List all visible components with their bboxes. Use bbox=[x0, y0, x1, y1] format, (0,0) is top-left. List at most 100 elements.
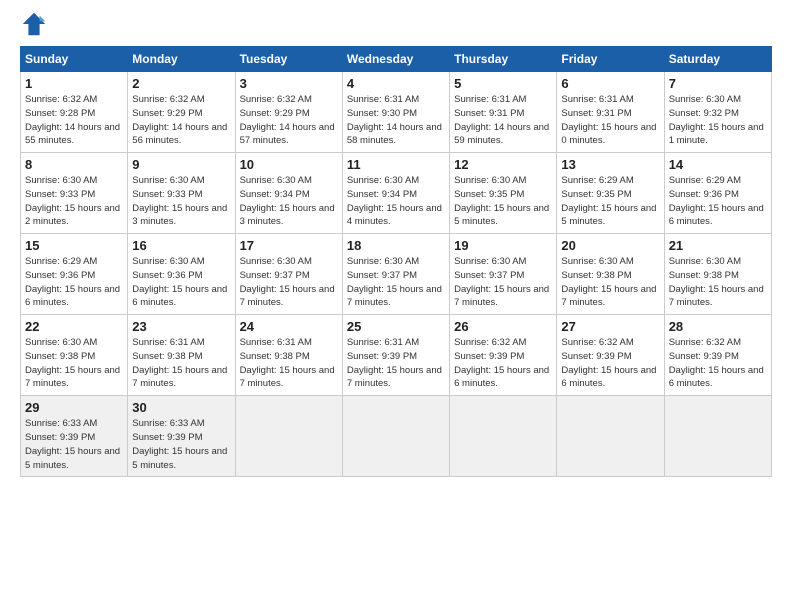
calendar-day: 21 Sunrise: 6:30 AM Sunset: 9:38 PM Dayl… bbox=[664, 234, 771, 315]
sunrise-label: Sunrise: 6:32 AM bbox=[132, 94, 204, 105]
calendar-day: 3 Sunrise: 6:32 AM Sunset: 9:29 PM Dayli… bbox=[235, 72, 342, 153]
day-number: 4 bbox=[347, 76, 445, 91]
day-info: Sunrise: 6:30 AM Sunset: 9:34 PM Dayligh… bbox=[240, 174, 338, 229]
sunset-label: Sunset: 9:35 PM bbox=[561, 189, 631, 200]
daylight-label: Daylight: 15 hours and 5 minutes. bbox=[25, 446, 120, 471]
day-info: Sunrise: 6:32 AM Sunset: 9:29 PM Dayligh… bbox=[132, 93, 230, 148]
calendar-week-5: 29 Sunrise: 6:33 AM Sunset: 9:39 PM Dayl… bbox=[21, 396, 772, 477]
sunrise-label: Sunrise: 6:30 AM bbox=[669, 94, 741, 105]
calendar-day: 1 Sunrise: 6:32 AM Sunset: 9:28 PM Dayli… bbox=[21, 72, 128, 153]
sunset-label: Sunset: 9:39 PM bbox=[561, 351, 631, 362]
day-number: 3 bbox=[240, 76, 338, 91]
day-info: Sunrise: 6:30 AM Sunset: 9:36 PM Dayligh… bbox=[132, 255, 230, 310]
sunrise-label: Sunrise: 6:30 AM bbox=[454, 256, 526, 267]
sunset-label: Sunset: 9:28 PM bbox=[25, 108, 95, 119]
daylight-label: Daylight: 15 hours and 7 minutes. bbox=[454, 284, 549, 309]
daylight-label: Daylight: 14 hours and 58 minutes. bbox=[347, 122, 442, 147]
daylight-label: Daylight: 15 hours and 5 minutes. bbox=[132, 446, 227, 471]
daylight-label: Daylight: 15 hours and 3 minutes. bbox=[132, 203, 227, 228]
daylight-label: Daylight: 15 hours and 7 minutes. bbox=[240, 284, 335, 309]
col-saturday: Saturday bbox=[664, 47, 771, 72]
day-info: Sunrise: 6:29 AM Sunset: 9:36 PM Dayligh… bbox=[25, 255, 123, 310]
sunrise-label: Sunrise: 6:29 AM bbox=[669, 175, 741, 186]
daylight-label: Daylight: 15 hours and 6 minutes. bbox=[669, 365, 764, 390]
sunset-label: Sunset: 9:36 PM bbox=[132, 270, 202, 281]
daylight-label: Daylight: 15 hours and 7 minutes. bbox=[561, 284, 656, 309]
day-number: 12 bbox=[454, 157, 552, 172]
daylight-label: Daylight: 14 hours and 56 minutes. bbox=[132, 122, 227, 147]
day-number: 5 bbox=[454, 76, 552, 91]
header bbox=[20, 10, 772, 38]
page: Sunday Monday Tuesday Wednesday Thursday… bbox=[0, 0, 792, 487]
sunrise-label: Sunrise: 6:32 AM bbox=[454, 337, 526, 348]
daylight-label: Daylight: 15 hours and 7 minutes. bbox=[347, 365, 442, 390]
day-info: Sunrise: 6:33 AM Sunset: 9:39 PM Dayligh… bbox=[132, 417, 230, 472]
sunrise-label: Sunrise: 6:32 AM bbox=[240, 94, 312, 105]
calendar-day: 6 Sunrise: 6:31 AM Sunset: 9:31 PM Dayli… bbox=[557, 72, 664, 153]
day-number: 10 bbox=[240, 157, 338, 172]
day-number: 18 bbox=[347, 238, 445, 253]
day-info: Sunrise: 6:30 AM Sunset: 9:37 PM Dayligh… bbox=[347, 255, 445, 310]
calendar-week-2: 8 Sunrise: 6:30 AM Sunset: 9:33 PM Dayli… bbox=[21, 153, 772, 234]
day-number: 25 bbox=[347, 319, 445, 334]
calendar-day: 11 Sunrise: 6:30 AM Sunset: 9:34 PM Dayl… bbox=[342, 153, 449, 234]
calendar-day: 9 Sunrise: 6:30 AM Sunset: 9:33 PM Dayli… bbox=[128, 153, 235, 234]
calendar-day: 5 Sunrise: 6:31 AM Sunset: 9:31 PM Dayli… bbox=[450, 72, 557, 153]
sunset-label: Sunset: 9:39 PM bbox=[669, 351, 739, 362]
calendar-day: 22 Sunrise: 6:30 AM Sunset: 9:38 PM Dayl… bbox=[21, 315, 128, 396]
day-info: Sunrise: 6:29 AM Sunset: 9:36 PM Dayligh… bbox=[669, 174, 767, 229]
day-info: Sunrise: 6:30 AM Sunset: 9:37 PM Dayligh… bbox=[240, 255, 338, 310]
day-info: Sunrise: 6:30 AM Sunset: 9:38 PM Dayligh… bbox=[561, 255, 659, 310]
sunrise-label: Sunrise: 6:30 AM bbox=[132, 256, 204, 267]
daylight-label: Daylight: 15 hours and 7 minutes. bbox=[240, 365, 335, 390]
daylight-label: Daylight: 15 hours and 7 minutes. bbox=[132, 365, 227, 390]
daylight-label: Daylight: 15 hours and 6 minutes. bbox=[132, 284, 227, 309]
sunrise-label: Sunrise: 6:31 AM bbox=[347, 337, 419, 348]
day-number: 27 bbox=[561, 319, 659, 334]
sunrise-label: Sunrise: 6:32 AM bbox=[25, 94, 97, 105]
day-number: 22 bbox=[25, 319, 123, 334]
calendar-day: 7 Sunrise: 6:30 AM Sunset: 9:32 PM Dayli… bbox=[664, 72, 771, 153]
daylight-label: Daylight: 15 hours and 7 minutes. bbox=[347, 284, 442, 309]
day-info: Sunrise: 6:30 AM Sunset: 9:38 PM Dayligh… bbox=[669, 255, 767, 310]
day-number: 1 bbox=[25, 76, 123, 91]
calendar-day: 18 Sunrise: 6:30 AM Sunset: 9:37 PM Dayl… bbox=[342, 234, 449, 315]
sunrise-label: Sunrise: 6:33 AM bbox=[132, 418, 204, 429]
daylight-label: Daylight: 15 hours and 6 minutes. bbox=[454, 365, 549, 390]
sunset-label: Sunset: 9:39 PM bbox=[347, 351, 417, 362]
sunrise-label: Sunrise: 6:30 AM bbox=[561, 256, 633, 267]
sunset-label: Sunset: 9:35 PM bbox=[454, 189, 524, 200]
calendar-day: 4 Sunrise: 6:31 AM Sunset: 9:30 PM Dayli… bbox=[342, 72, 449, 153]
calendar-day: 27 Sunrise: 6:32 AM Sunset: 9:39 PM Dayl… bbox=[557, 315, 664, 396]
day-info: Sunrise: 6:30 AM Sunset: 9:33 PM Dayligh… bbox=[25, 174, 123, 229]
daylight-label: Daylight: 14 hours and 57 minutes. bbox=[240, 122, 335, 147]
day-info: Sunrise: 6:29 AM Sunset: 9:35 PM Dayligh… bbox=[561, 174, 659, 229]
day-number: 9 bbox=[132, 157, 230, 172]
calendar-day: 25 Sunrise: 6:31 AM Sunset: 9:39 PM Dayl… bbox=[342, 315, 449, 396]
day-number: 15 bbox=[25, 238, 123, 253]
sunset-label: Sunset: 9:37 PM bbox=[454, 270, 524, 281]
calendar-day bbox=[342, 396, 449, 477]
day-info: Sunrise: 6:32 AM Sunset: 9:39 PM Dayligh… bbox=[454, 336, 552, 391]
sunset-label: Sunset: 9:29 PM bbox=[132, 108, 202, 119]
sunrise-label: Sunrise: 6:31 AM bbox=[132, 337, 204, 348]
calendar-day bbox=[664, 396, 771, 477]
calendar-day: 30 Sunrise: 6:33 AM Sunset: 9:39 PM Dayl… bbox=[128, 396, 235, 477]
sunrise-label: Sunrise: 6:32 AM bbox=[669, 337, 741, 348]
calendar-body: 1 Sunrise: 6:32 AM Sunset: 9:28 PM Dayli… bbox=[21, 72, 772, 477]
calendar-day: 15 Sunrise: 6:29 AM Sunset: 9:36 PM Dayl… bbox=[21, 234, 128, 315]
calendar-day bbox=[557, 396, 664, 477]
day-info: Sunrise: 6:31 AM Sunset: 9:30 PM Dayligh… bbox=[347, 93, 445, 148]
sunset-label: Sunset: 9:37 PM bbox=[347, 270, 417, 281]
daylight-label: Daylight: 15 hours and 3 minutes. bbox=[240, 203, 335, 228]
sunrise-label: Sunrise: 6:30 AM bbox=[669, 256, 741, 267]
daylight-label: Daylight: 15 hours and 4 minutes. bbox=[347, 203, 442, 228]
day-info: Sunrise: 6:32 AM Sunset: 9:28 PM Dayligh… bbox=[25, 93, 123, 148]
calendar-week-4: 22 Sunrise: 6:30 AM Sunset: 9:38 PM Dayl… bbox=[21, 315, 772, 396]
sunrise-label: Sunrise: 6:30 AM bbox=[132, 175, 204, 186]
day-info: Sunrise: 6:31 AM Sunset: 9:31 PM Dayligh… bbox=[454, 93, 552, 148]
calendar-day: 23 Sunrise: 6:31 AM Sunset: 9:38 PM Dayl… bbox=[128, 315, 235, 396]
logo bbox=[20, 10, 50, 38]
daylight-label: Daylight: 15 hours and 5 minutes. bbox=[561, 203, 656, 228]
calendar-day: 19 Sunrise: 6:30 AM Sunset: 9:37 PM Dayl… bbox=[450, 234, 557, 315]
